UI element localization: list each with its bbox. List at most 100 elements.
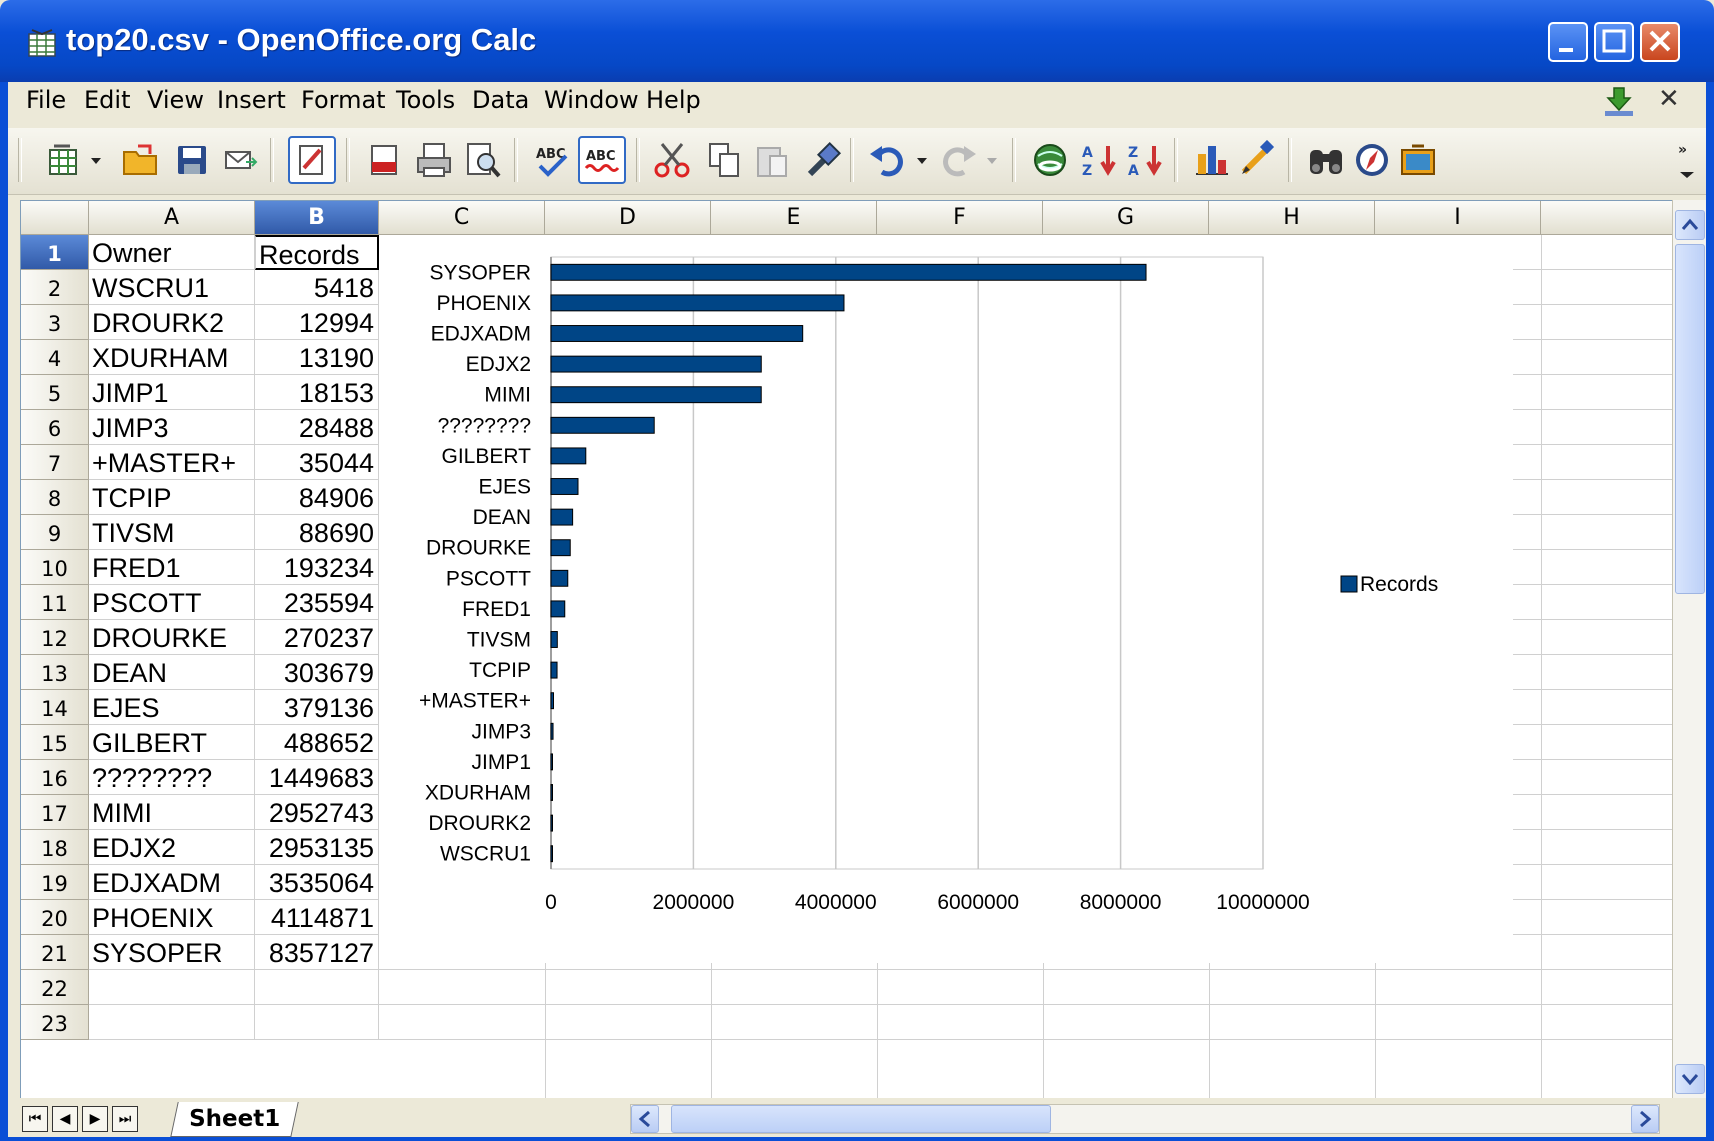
cell-owner[interactable]: ???????? (89, 760, 255, 795)
cell-owner[interactable] (89, 1005, 255, 1040)
save-icon[interactable] (172, 140, 212, 180)
cell-owner[interactable]: PHOENIX (89, 900, 255, 935)
cell-owner[interactable]: EJES (89, 690, 255, 725)
print-icon[interactable] (414, 140, 454, 180)
row-header[interactable]: 14 (21, 690, 89, 725)
menu-help[interactable]: Help (646, 86, 701, 114)
cell-records[interactable]: 2952743 (255, 795, 379, 830)
cell-owner[interactable] (89, 970, 255, 1005)
gallery-icon[interactable] (1398, 140, 1438, 180)
select-all-corner[interactable] (21, 201, 89, 235)
last-sheet-button[interactable]: ⏭ (112, 1106, 138, 1132)
row-header[interactable]: 4 (21, 340, 89, 375)
horizontal-scrollbar[interactable] (630, 1104, 1660, 1134)
draw-functions-icon[interactable] (1238, 140, 1278, 180)
row-header[interactable]: 21 (21, 935, 89, 970)
cell-records[interactable]: 5418 (255, 270, 379, 305)
menu-file[interactable]: File (26, 86, 66, 114)
cell-owner[interactable]: GILBERT (89, 725, 255, 760)
row-header[interactable]: 20 (21, 900, 89, 935)
row-header[interactable]: 15 (21, 725, 89, 760)
email-icon[interactable] (220, 140, 260, 180)
cell-records[interactable]: 88690 (255, 515, 379, 550)
cell-owner[interactable]: DROURKE (89, 620, 255, 655)
cell-owner[interactable]: EDJXADM (89, 865, 255, 900)
autospell-icon[interactable]: ABC (578, 136, 626, 184)
row-header[interactable]: 6 (21, 410, 89, 445)
export-pdf-icon[interactable] (364, 140, 404, 180)
first-sheet-button[interactable]: ⏮ (22, 1106, 48, 1132)
scroll-right-button[interactable] (1631, 1105, 1659, 1133)
cell-records-header-active[interactable]: Records (255, 235, 379, 270)
cell-owner[interactable]: WSCRU1 (89, 270, 255, 305)
menu-tools[interactable]: Tools (396, 86, 455, 114)
cell-records[interactable]: 18153 (255, 375, 379, 410)
new-icon[interactable] (44, 140, 84, 180)
redo-icon[interactable] (938, 140, 978, 180)
cell-owner[interactable]: JIMP3 (89, 410, 255, 445)
insert-chart-icon[interactable] (1192, 140, 1232, 180)
cell-owner[interactable]: PSCOTT (89, 585, 255, 620)
cell-records[interactable]: 488652 (255, 725, 379, 760)
copy-icon[interactable] (704, 140, 744, 180)
menu-data[interactable]: Data (472, 86, 529, 114)
records-bar-chart[interactable]: 0 2000000 4000000 6000000 8000000 10000000 SYS… (379, 235, 1513, 963)
row-header[interactable]: 10 (21, 550, 89, 585)
page-preview-icon[interactable] (462, 140, 502, 180)
cell-owner[interactable]: SYSOPER (89, 935, 255, 970)
row-header[interactable]: 17 (21, 795, 89, 830)
row-header[interactable]: 7 (21, 445, 89, 480)
cell-owner[interactable]: JIMP1 (89, 375, 255, 410)
row-header[interactable]: 2 (21, 270, 89, 305)
column-header[interactable]: G (1043, 201, 1209, 235)
menu-window[interactable]: Window (544, 86, 639, 114)
prev-sheet-button[interactable]: ◀ (52, 1106, 78, 1132)
cell-records[interactable]: 193234 (255, 550, 379, 585)
cut-icon[interactable] (652, 140, 692, 180)
paste-icon[interactable] (752, 140, 792, 180)
cell-records[interactable]: 270237 (255, 620, 379, 655)
close-document-icon[interactable]: ✕ (1658, 84, 1680, 114)
scroll-down-button[interactable] (1675, 1064, 1705, 1094)
row-header[interactable]: 12 (21, 620, 89, 655)
spreadsheet-grid[interactable]: A B C D E F G H I 1 Owner Records 2 WSCRU1 54… (20, 200, 1674, 1100)
find-replace-icon[interactable] (1306, 140, 1346, 180)
cell-records[interactable]: 12994 (255, 305, 379, 340)
menu-insert[interactable]: Insert (217, 86, 286, 114)
row-header[interactable]: 19 (21, 865, 89, 900)
cell-records[interactable]: 379136 (255, 690, 379, 725)
row-header[interactable]: 16 (21, 760, 89, 795)
next-sheet-button[interactable]: ▶ (82, 1106, 108, 1132)
column-header[interactable]: C (379, 201, 545, 235)
cell-records[interactable]: 28488 (255, 410, 379, 445)
cell-owner[interactable]: XDURHAM (89, 340, 255, 375)
column-header[interactable]: D (545, 201, 711, 235)
sheet-tab[interactable]: Sheet1 (170, 1102, 299, 1137)
cell-records[interactable] (255, 1005, 379, 1040)
cell-records[interactable]: 13190 (255, 340, 379, 375)
hyperlink-icon[interactable] (1030, 140, 1070, 180)
cell-records[interactable]: 303679 (255, 655, 379, 690)
cell-records[interactable]: 84906 (255, 480, 379, 515)
menu-edit[interactable]: Edit (84, 86, 130, 114)
scroll-up-button[interactable] (1675, 210, 1705, 240)
cell-owner[interactable]: +MASTER+ (89, 445, 255, 480)
toolbar-overflow-icon[interactable]: » (1674, 140, 1700, 180)
cell-records[interactable]: 4114871 (255, 900, 379, 935)
row-header[interactable]: 3 (21, 305, 89, 340)
spellcheck-icon[interactable]: ABC (532, 140, 572, 180)
row-header[interactable]: 13 (21, 655, 89, 690)
cell-records[interactable]: 1449683 (255, 760, 379, 795)
menu-view[interactable]: View (147, 86, 204, 114)
cell-records[interactable]: 35044 (255, 445, 379, 480)
column-header[interactable]: F (877, 201, 1043, 235)
column-header[interactable]: I (1375, 201, 1541, 235)
vertical-scroll-thumb[interactable] (1675, 244, 1705, 594)
cell-owner[interactable]: EDJX2 (89, 830, 255, 865)
sort-descending-icon[interactable]: ZA (1126, 140, 1166, 180)
title-bar[interactable]: top20.csv - OpenOffice.org Calc (0, 0, 1714, 82)
chevron-down-icon[interactable] (912, 140, 932, 180)
chevron-down-icon[interactable] (86, 140, 106, 180)
menu-format[interactable]: Format (301, 86, 386, 114)
row-header[interactable]: 8 (21, 480, 89, 515)
